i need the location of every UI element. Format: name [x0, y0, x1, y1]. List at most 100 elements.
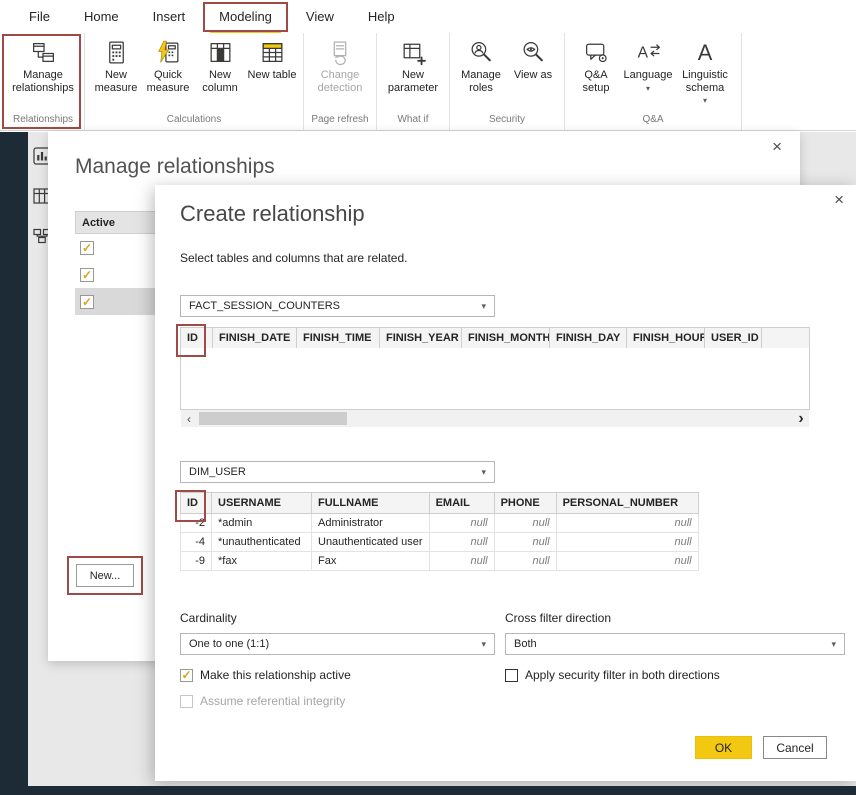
cell: -4: [181, 533, 212, 552]
cell: Unauthenticated user: [312, 533, 430, 552]
linguistic-schema-button[interactable]: A Linguistic schema ▾: [675, 35, 735, 110]
new-parameter-button[interactable]: New parameter: [383, 35, 443, 110]
language-button[interactable]: A Language ▾: [623, 35, 673, 110]
button-label: View as: [514, 69, 552, 82]
first-table-dropdown[interactable]: FACT_SESSION_COUNTERS ▾: [180, 295, 495, 317]
button-label: New measure: [91, 69, 141, 94]
first-table-header-row: ID FINISH_DATE FINISH_TIME FINISH_YEAR F…: [180, 327, 810, 349]
tab-view[interactable]: View: [289, 0, 351, 33]
referential-integrity-checkbox-row: Assume referential integrity: [180, 694, 345, 708]
scroll-left-icon[interactable]: ‹: [181, 412, 197, 426]
cell: null: [494, 552, 556, 571]
check-icon: ✓: [82, 269, 92, 281]
column-header[interactable]: FINISH_DATE: [213, 328, 297, 348]
second-table-dropdown[interactable]: DIM_USER ▾: [180, 461, 495, 483]
column-header[interactable]: FINISH_MONTH: [462, 328, 550, 348]
button-label: New parameter: [383, 69, 443, 94]
chevron-down-icon: ▾: [703, 97, 707, 105]
column-header[interactable]: FINISH_TIME: [297, 328, 380, 348]
referential-integrity-label: Assume referential integrity: [200, 694, 345, 708]
tab-home[interactable]: Home: [67, 0, 136, 33]
table-row: -2 *admin Administrator null null null: [181, 514, 699, 533]
tab-modeling[interactable]: Modeling: [202, 0, 289, 33]
check-icon: ✓: [181, 669, 191, 681]
ribbon: File Home Insert Modeling View Help: [0, 0, 856, 131]
language-icon: A: [635, 39, 662, 66]
column-header[interactable]: ID: [181, 328, 213, 348]
manage-dialog-title: Manage relationships: [75, 155, 275, 179]
group-label-what-if: What if: [383, 110, 443, 130]
new-measure-button[interactable]: New measure: [91, 35, 141, 110]
referential-integrity-checkbox: [180, 695, 193, 708]
ribbon-group-calculations: New measure Quick measure: [85, 33, 304, 130]
active-checkbox[interactable]: ✓: [80, 295, 94, 309]
manage-roles-button[interactable]: Manage roles: [456, 35, 506, 110]
column-header[interactable]: ID: [181, 493, 212, 514]
security-filter-checkbox[interactable]: [505, 669, 518, 682]
tab-modeling-label: Modeling: [219, 9, 272, 24]
new-relationship-button[interactable]: New...: [76, 564, 134, 587]
menu-tab-bar: File Home Insert Modeling View Help: [0, 0, 856, 33]
ribbon-group-security: Manage roles View as Security: [450, 33, 565, 130]
ribbon-group-page-refresh: Change detection Page refresh: [304, 33, 377, 130]
svg-text:A: A: [697, 40, 712, 65]
tab-insert[interactable]: Insert: [136, 0, 203, 33]
scroll-right-icon[interactable]: ›: [793, 410, 809, 428]
create-dialog-title: Create relationship: [180, 201, 365, 227]
quick-measure-icon: [155, 39, 182, 66]
column-header[interactable]: EMAIL: [429, 493, 494, 514]
column-header[interactable]: USERNAME: [212, 493, 312, 514]
first-table-value: FACT_SESSION_COUNTERS: [189, 300, 340, 312]
new-column-button[interactable]: New column: [195, 35, 245, 110]
new-measure-icon: [103, 39, 130, 66]
ribbon-group-qa: Q&A setup A Language ▾ A: [565, 33, 742, 130]
group-label-security: Security: [456, 110, 558, 130]
manage-relationships-button[interactable]: Manage relationships: [8, 35, 78, 110]
bottom-status-bar: [0, 786, 856, 795]
active-checkbox[interactable]: ✓: [80, 268, 94, 282]
cell: *unauthenticated: [212, 533, 312, 552]
close-icon[interactable]: ×: [834, 191, 844, 208]
svg-text:A: A: [637, 45, 648, 62]
cross-filter-dropdown[interactable]: Both ▾: [505, 633, 845, 655]
view-as-button[interactable]: View as: [508, 35, 558, 110]
column-header[interactable]: FULLNAME: [312, 493, 430, 514]
active-checkbox[interactable]: ✓: [80, 241, 94, 255]
cardinality-label: Cardinality: [180, 611, 237, 625]
change-detection-icon: [327, 39, 354, 66]
first-table-body: [180, 348, 810, 410]
cardinality-dropdown[interactable]: One to one (1:1) ▾: [180, 633, 495, 655]
column-header[interactable]: USER_ID: [705, 328, 762, 348]
quick-measure-button[interactable]: Quick measure: [143, 35, 193, 110]
dropdown-arrow-icon: ▾: [481, 639, 486, 650]
cell: null: [494, 533, 556, 552]
new-parameter-icon: [400, 39, 427, 66]
horizontal-scrollbar[interactable]: ‹ ›: [181, 410, 809, 427]
scrollbar-thumb[interactable]: [199, 412, 347, 425]
column-header[interactable]: PERSONAL_NUMBER: [556, 493, 698, 514]
close-icon[interactable]: ×: [772, 138, 782, 155]
cell: null: [429, 552, 494, 571]
column-header[interactable]: FINISH_HOUR: [627, 328, 705, 348]
dropdown-arrow-icon: ▾: [831, 639, 836, 650]
qa-setup-icon: [583, 39, 610, 66]
cancel-button[interactable]: Cancel: [763, 736, 827, 759]
new-table-button[interactable]: New table: [247, 35, 297, 110]
tab-file[interactable]: File: [12, 0, 67, 33]
ribbon-group-what-if: New parameter What if: [377, 33, 450, 130]
tab-help[interactable]: Help: [351, 0, 412, 33]
security-filter-label: Apply security filter in both directions: [525, 668, 720, 682]
table-row: -4 *unauthenticated Unauthenticated user…: [181, 533, 699, 552]
workspace: × Manage relationships Active ✓ ✓ ✓ New.…: [0, 132, 856, 786]
column-header[interactable]: PHONE: [494, 493, 556, 514]
qa-setup-button[interactable]: Q&A setup: [571, 35, 621, 110]
ok-button[interactable]: OK: [695, 736, 752, 759]
cell: -2: [181, 514, 212, 533]
button-label: Quick measure: [143, 69, 193, 94]
column-header[interactable]: FINISH_DAY: [550, 328, 627, 348]
group-label-relationships: Relationships: [8, 110, 78, 130]
make-active-checkbox[interactable]: ✓: [180, 669, 193, 682]
button-label: New column: [195, 69, 245, 94]
column-header[interactable]: FINISH_YEAR: [380, 328, 462, 348]
table-header-row: ID USERNAME FULLNAME EMAIL PHONE PERSONA…: [181, 493, 699, 514]
